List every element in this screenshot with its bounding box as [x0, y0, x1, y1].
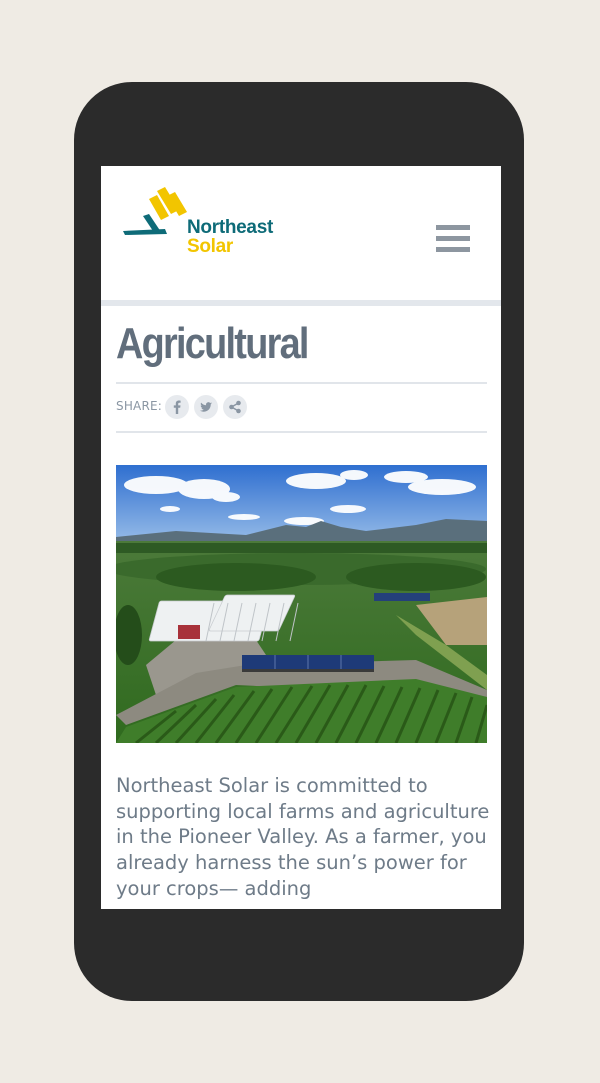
hero-farm-photo [116, 465, 487, 743]
page-title: Agricultural [116, 319, 309, 368]
sun-rays-logo-icon [123, 187, 187, 235]
share-button[interactable] [223, 395, 247, 419]
twitter-icon [200, 402, 212, 412]
menu-bar-bottom [436, 247, 470, 252]
title-divider [116, 382, 487, 384]
site-header: Northeast Solar [101, 166, 501, 300]
menu-bar-middle [436, 236, 470, 241]
facebook-icon [173, 400, 181, 414]
phone-screen: Northeast Solar Agricultural SHARE: Nort… [101, 166, 501, 909]
share-icon [229, 400, 241, 414]
header-divider [101, 300, 501, 306]
body-paragraph: Northeast Solar is committed to supporti… [116, 774, 490, 900]
share-bar: SHARE: [116, 395, 316, 419]
northeast-solar-logo[interactable]: Northeast Solar [121, 184, 321, 264]
share-label: SHARE: [116, 399, 163, 413]
logo-wordmark-northeast: Northeast [187, 217, 273, 238]
twitter-share-button[interactable] [194, 395, 218, 419]
hamburger-menu-icon[interactable] [433, 222, 473, 254]
facebook-share-button[interactable] [165, 395, 189, 419]
aerial-farm-image [116, 465, 487, 743]
menu-bar-top [436, 225, 470, 230]
share-divider [116, 431, 487, 433]
logo-wordmark-solar: Solar [187, 236, 234, 257]
